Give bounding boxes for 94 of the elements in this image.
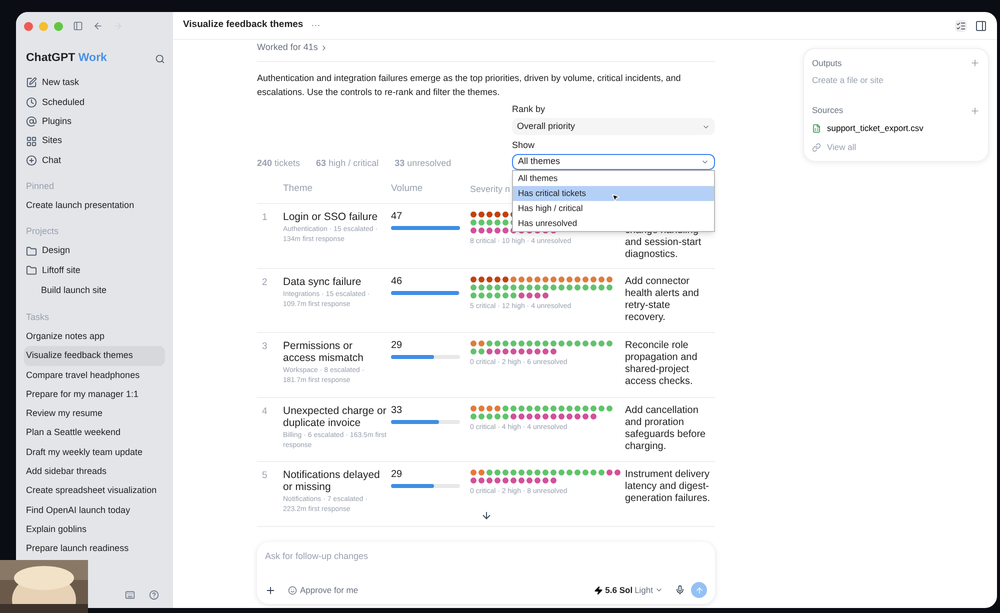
theme-title: Notifications delayed or missing bbox=[283, 469, 381, 493]
spreadsheet-icon bbox=[812, 124, 821, 134]
chevron-down-icon bbox=[655, 586, 663, 594]
section-heading: Tasks bbox=[25, 310, 50, 324]
column-header: Theme bbox=[283, 182, 314, 196]
page-title: Visualize feedback themes bbox=[183, 18, 304, 32]
theme-title: Unexpected charge or duplicate invoice bbox=[283, 404, 387, 428]
volume-value: 46 bbox=[391, 276, 404, 288]
volume-value: 47 bbox=[391, 211, 404, 223]
stat-text: 33 unresolved bbox=[394, 156, 452, 170]
sidebar-item[interactable]: Visualize feedback themes bbox=[24, 346, 165, 366]
nav-item[interactable]: Sites bbox=[24, 131, 165, 151]
help-icon[interactable] bbox=[149, 590, 159, 600]
rank-number: 2 bbox=[261, 276, 268, 290]
rank-number: 5 bbox=[261, 469, 268, 483]
grid-icon bbox=[26, 136, 37, 147]
sidebar-item[interactable]: Find OpenAI launch today bbox=[24, 500, 165, 520]
folder-icon bbox=[26, 264, 37, 276]
worked-link[interactable]: Worked for 41s bbox=[257, 40, 328, 56]
nav-item[interactable]: Scheduled bbox=[24, 92, 165, 112]
volume-value: 29 bbox=[391, 469, 404, 481]
panel-toggle-icon[interactable] bbox=[975, 20, 987, 32]
show-label: Show bbox=[512, 139, 536, 152]
search-icon[interactable] bbox=[155, 54, 165, 64]
action-text: Add connector health alerts and retry-state recovery. bbox=[625, 276, 700, 324]
pen-icon bbox=[26, 77, 37, 88]
follow-up-input[interactable]: Ask for follow-up changes bbox=[265, 550, 707, 564]
section-heading: Projects bbox=[25, 225, 60, 238]
checklist-icon[interactable] bbox=[955, 20, 967, 32]
sidebar-item[interactable]: Liftoff site bbox=[24, 260, 165, 280]
rank-select[interactable]: Overall priority bbox=[512, 118, 715, 135]
sidebar-item[interactable]: Organize notes app bbox=[24, 327, 165, 346]
sidebar-item[interactable]: Review my resume bbox=[24, 404, 165, 424]
sidebar-item[interactable]: Design bbox=[24, 242, 165, 261]
source-file[interactable]: support_ticket_export.csv bbox=[812, 122, 980, 136]
volume-value: 33 bbox=[391, 404, 404, 416]
folder-icon bbox=[26, 246, 37, 257]
clock-icon bbox=[26, 96, 37, 108]
show-select[interactable]: All themes bbox=[512, 154, 715, 170]
sidebar-item[interactable]: Explain goblins bbox=[24, 520, 165, 540]
action-text: Add cancellation and proration safeguards before charging. bbox=[625, 404, 707, 452]
sidebar-item[interactable]: Create launch presentation bbox=[24, 196, 165, 216]
sidebar-item[interactable]: Add sidebar threads bbox=[24, 462, 165, 482]
theme-title: Login or SSO failure bbox=[283, 211, 379, 223]
mic-icon[interactable] bbox=[675, 585, 685, 595]
sidebar-item[interactable]: Prepare for my manager 1:1 bbox=[24, 384, 165, 404]
action-text: Reconcile role propagation and shared-project access checks. bbox=[625, 340, 698, 388]
column-header: Severity n bbox=[470, 182, 512, 196]
nav-item[interactable]: New task bbox=[24, 73, 165, 93]
rank-number: 4 bbox=[261, 404, 268, 418]
app-title: ChatGPT Work bbox=[26, 51, 107, 66]
mouse-cursor-icon bbox=[611, 193, 620, 202]
more-button[interactable]: ··· bbox=[311, 18, 320, 32]
sidebar-item[interactable]: Plan a Seattle weekend bbox=[24, 424, 165, 443]
model-picker[interactable]: 5.6 Sol Light bbox=[594, 584, 663, 596]
sidebar-item[interactable]: Create spreadsheet visualization bbox=[24, 481, 165, 501]
summary-text: Authentication and integration failures emerge as the top priorities, driven by volume, critical incidents, and escalations. Use the controls to re-rank and filter the themes. bbox=[257, 72, 682, 99]
lightning-icon bbox=[594, 586, 604, 594]
theme-title: Data sync failure bbox=[283, 276, 362, 288]
column-header: Volume bbox=[391, 182, 424, 196]
rank-number: 1 bbox=[261, 211, 268, 225]
rank-label: Rank by bbox=[512, 103, 546, 116]
arrow-up-icon bbox=[694, 586, 704, 594]
panel-heading: Sources bbox=[812, 104, 844, 118]
nav-item[interactable]: Chat bbox=[24, 150, 165, 170]
panel-heading: Outputs bbox=[812, 56, 842, 70]
nav-item[interactable]: Plugins bbox=[24, 112, 165, 132]
rank-number: 3 bbox=[261, 340, 268, 354]
sidebar-item[interactable]: Prepare launch readiness bbox=[24, 539, 165, 559]
approve-button[interactable]: Approve for me bbox=[288, 584, 358, 596]
volume-value: 29 bbox=[391, 340, 404, 352]
plus-circle-icon bbox=[26, 155, 37, 166]
section-heading: Pinned bbox=[25, 180, 56, 193]
sidebar-item[interactable]: Compare travel headphones bbox=[24, 366, 165, 385]
scroll-down-icon[interactable] bbox=[481, 510, 492, 521]
smile-icon bbox=[288, 586, 297, 594]
action-text: Instrument delivery latency and digest-generation failures. bbox=[625, 469, 711, 505]
link-icon bbox=[812, 142, 821, 152]
stat-text: 63 high / critical bbox=[316, 156, 379, 170]
plus-icon[interactable] bbox=[265, 584, 276, 596]
theme-title: Permissions or access mismatch bbox=[283, 340, 365, 364]
at-sign-icon bbox=[26, 116, 37, 128]
sidebar-item[interactable]: Build launch site bbox=[24, 280, 165, 302]
dropdown-option[interactable]: Has unresolved bbox=[513, 216, 714, 231]
dropdown-option[interactable]: Has critical tickets bbox=[513, 186, 714, 201]
outputs-hint: Create a file or site bbox=[812, 74, 884, 87]
stat-text: 240 tickets bbox=[257, 156, 300, 170]
dropdown-option[interactable]: All themes bbox=[513, 171, 714, 186]
sidebar-toggle-icon[interactable] bbox=[73, 21, 83, 31]
back-icon[interactable] bbox=[93, 21, 103, 31]
dropdown-option[interactable]: Has high / critical bbox=[513, 201, 714, 216]
keyboard-icon[interactable] bbox=[125, 590, 135, 600]
sidebar-item[interactable]: Draft my weekly team update bbox=[24, 442, 165, 462]
chevron-down-icon bbox=[701, 158, 709, 166]
